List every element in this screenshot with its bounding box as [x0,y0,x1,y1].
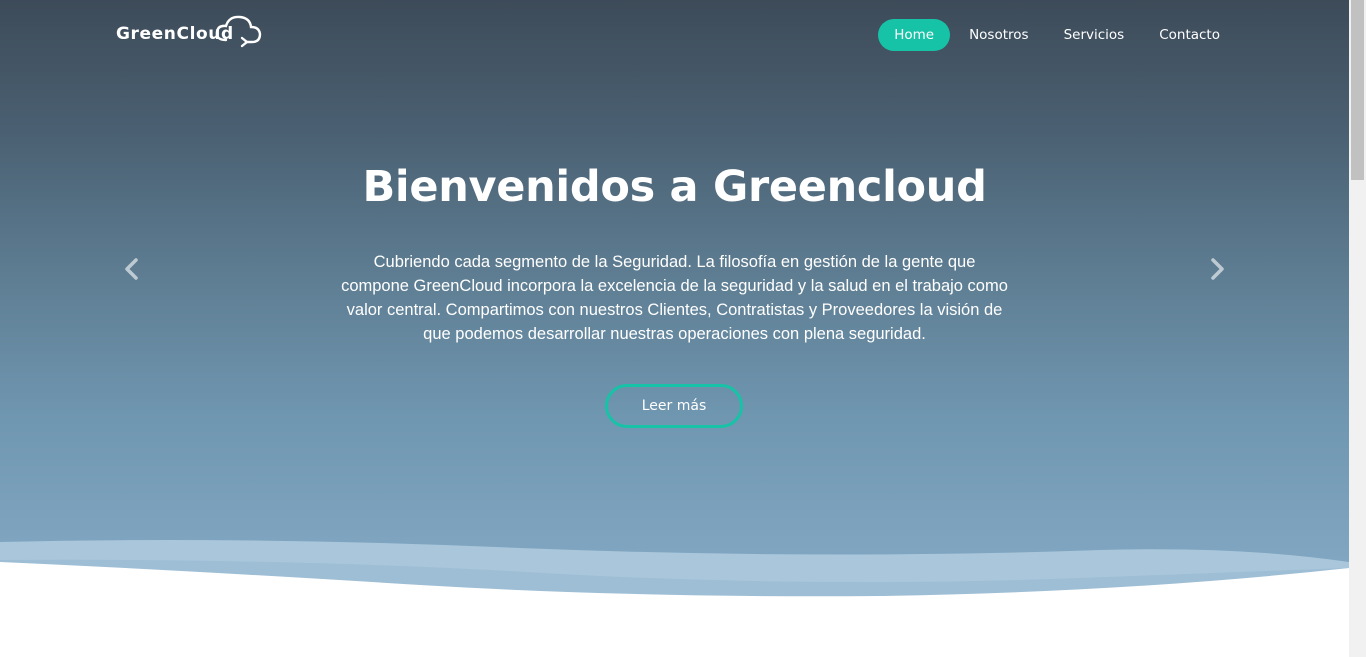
logo[interactable]: GreenCloud [116,14,264,54]
carousel-next-button[interactable] [1203,255,1231,283]
hero-wave-divider [0,540,1349,657]
scrollbar[interactable] [1349,0,1366,657]
chevron-right-icon [1211,258,1224,280]
read-more-button[interactable]: Leer más [605,384,743,428]
page: GreenCloud Home Nosotros Servicios Conta… [0,0,1349,657]
nav-item-contacto[interactable]: Contacto [1143,19,1236,51]
hero-title: Bienvenidos a Greencloud [362,162,987,212]
main-nav: Home Nosotros Servicios Contacto [875,19,1236,51]
scrollbar-thumb[interactable] [1351,0,1364,180]
nav-item-home[interactable]: Home [878,19,951,51]
chevron-left-icon [125,258,138,280]
nav-item-servicios[interactable]: Servicios [1048,19,1141,51]
carousel-prev-button[interactable] [118,255,146,283]
nav-item-nosotros[interactable]: Nosotros [953,19,1045,51]
hero-description: Cubriendo cada segmento de la Seguridad.… [341,253,1008,343]
cloud-icon [215,15,261,48]
hero-section: GreenCloud Home Nosotros Servicios Conta… [0,0,1349,600]
navbar: GreenCloud Home Nosotros Servicios Conta… [0,0,1349,70]
